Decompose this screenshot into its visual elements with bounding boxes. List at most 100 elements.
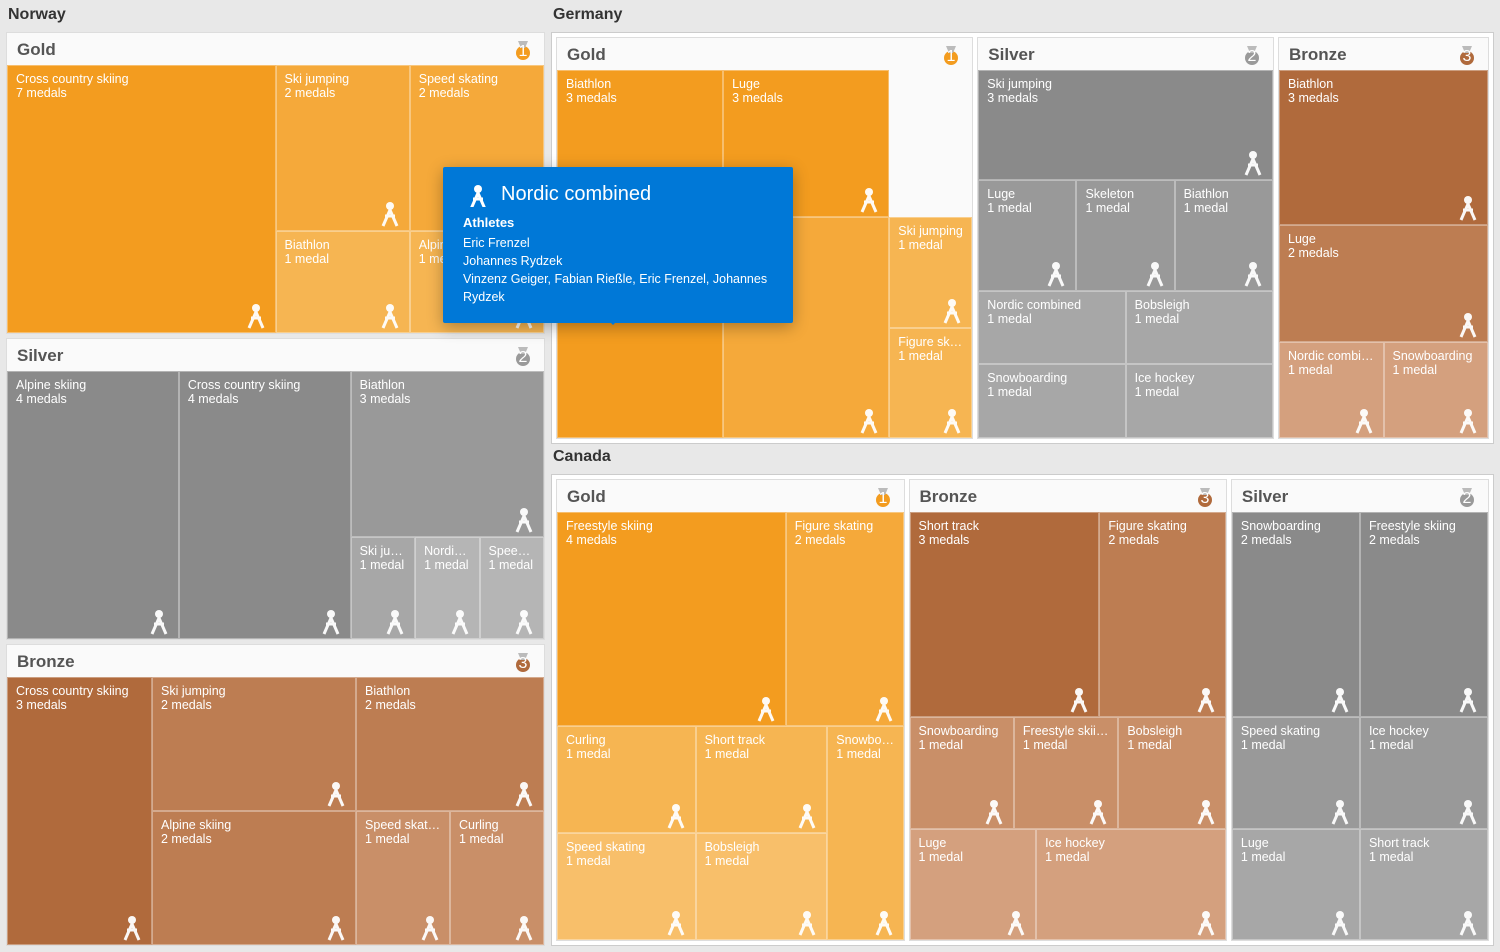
tile[interactable]: Ski jumping1 medal (889, 217, 972, 327)
tile[interactable]: Luge1 medal (1232, 829, 1360, 940)
luge-icon (1325, 907, 1355, 937)
tile[interactable]: Short track3 medals (910, 512, 1100, 717)
silver-medal-icon (1456, 486, 1478, 508)
tile[interactable]: Bobsleigh1 medal (1118, 717, 1226, 828)
tile[interactable]: Speed skating1 medal (480, 537, 544, 639)
tile[interactable]: Alpine skiing2 medals (152, 811, 356, 945)
snowboarding-icon (979, 796, 1009, 826)
biathlon-icon (509, 778, 539, 808)
tile[interactable]: Ice hockey1 medal (1036, 829, 1226, 940)
freestyle-skiing-icon (1083, 796, 1113, 826)
tile[interactable]: Speed skating1 medal (557, 833, 696, 940)
biathlon-icon (1453, 192, 1483, 222)
curling-icon (509, 912, 539, 942)
figure-skating-icon (869, 693, 899, 723)
cross-country-icon (316, 606, 346, 636)
medal-title: Gold (567, 45, 606, 65)
canada-silver[interactable]: Silver Snowboarding2 medals Freestyle sk… (1231, 479, 1489, 941)
tile[interactable]: Nordic combined1 medal (978, 291, 1125, 365)
norway-silver[interactable]: Silver Alpine skiing4 medals Cross count… (6, 338, 545, 640)
tile[interactable]: Speed skating1 medal (356, 811, 450, 945)
short-track-icon (1064, 684, 1094, 714)
tile[interactable]: Freestyle skiing1 medal (1014, 717, 1118, 828)
tile[interactable]: Luge1 medal (910, 829, 1037, 940)
tooltip-title: Nordic combined (501, 183, 651, 206)
tile[interactable]: Speed skating1 medal (1232, 717, 1360, 828)
nordic-combined-icon (445, 606, 475, 636)
cross-country-icon (117, 912, 147, 942)
country-title: Canada (551, 448, 1494, 466)
nordic-combined-icon (1349, 405, 1379, 435)
germany-silver[interactable]: Silver Ski jumping3 medals Luge1 medal S… (977, 37, 1274, 439)
canada-gold[interactable]: Gold Freestyle skiing4 medals Figure ska… (556, 479, 905, 941)
medal-title: Silver (17, 346, 63, 366)
tile[interactable]: Biathlon1 medal (1175, 180, 1273, 290)
ski-jumping-icon (1238, 147, 1268, 177)
tile[interactable]: Luge2 medals (1279, 225, 1488, 343)
luge-icon (1453, 309, 1483, 339)
tile[interactable]: Figure skating2 medals (786, 512, 904, 726)
tile[interactable]: Luge1 medal (978, 180, 1076, 290)
tile[interactable]: Cross country skiing4 medals (179, 371, 351, 639)
tile[interactable]: Biathlon3 medals (1279, 70, 1488, 225)
tooltip-line: Vinzenz Geiger, Fabian Rießle, Eric Fren… (463, 270, 773, 306)
tile[interactable]: Ice hockey1 medal (1360, 717, 1488, 828)
germany-bronze[interactable]: Bronze Biathlon3 medals Luge2 medals Nor… (1278, 37, 1489, 439)
tile[interactable]: Snowboarding1 medal (827, 726, 903, 940)
speed-skating-icon (661, 907, 691, 937)
luge-icon (1041, 258, 1071, 288)
norway-bronze[interactable]: Bronze Cross country skiing3 medals Ski … (6, 644, 545, 946)
tile[interactable]: Biathlon3 medals (351, 371, 544, 537)
tile[interactable]: Figure skating1 medal (889, 328, 972, 438)
tile[interactable]: Snowboarding1 medal (910, 717, 1014, 828)
medal-title: Bronze (1289, 45, 1347, 65)
freestyle-skiing-icon (751, 693, 781, 723)
speed-skating-icon (415, 912, 445, 942)
gold-medal-icon (872, 486, 894, 508)
biathlon-icon (509, 504, 539, 534)
tile[interactable]: Bobsleigh1 medal (1126, 291, 1273, 365)
cross-country-icon (241, 300, 271, 330)
tile[interactable]: Ski jumping3 medals (978, 70, 1273, 180)
gold-medal-icon (512, 39, 534, 61)
nordic-combined-icon (463, 181, 489, 207)
tile[interactable]: Alpine skiing4 medals (7, 371, 179, 639)
tile[interactable]: Bobsleigh1 medal (696, 833, 828, 940)
luge-icon (1001, 907, 1031, 937)
canada-bronze[interactable]: Bronze Short track3 medals Figure skatin… (909, 479, 1227, 941)
medal-title: Gold (17, 40, 56, 60)
tile[interactable]: Skeleton1 medal (1076, 180, 1174, 290)
freestyle-skiing-icon (1453, 684, 1483, 714)
tooltip-line: Johannes Rydzek (463, 252, 773, 270)
tile[interactable]: Curling1 medal (557, 726, 696, 833)
tile[interactable]: Freestyle skiing2 medals (1360, 512, 1488, 717)
tile[interactable]: Short track1 medal (696, 726, 828, 833)
tile[interactable]: Cross country skiing7 medals (7, 65, 276, 333)
tile[interactable]: Snowboarding1 medal (1384, 342, 1488, 438)
bobsleigh-icon (792, 907, 822, 937)
tile[interactable]: Ski jumping2 medals (276, 65, 410, 231)
tile[interactable]: Curling1 medal (450, 811, 544, 945)
tile[interactable]: Biathlon1 medal (276, 231, 410, 333)
country-canada: Gold Freestyle skiing4 medals Figure ska… (551, 474, 1494, 946)
medal-title: Bronze (17, 652, 75, 672)
tile[interactable]: Freestyle skiing4 medals (557, 512, 786, 726)
tile[interactable]: Snowboarding2 medals (1232, 512, 1360, 717)
tile[interactable]: Nordic Combined1 medal (415, 537, 479, 639)
tile[interactable]: Figure skating2 medals (1099, 512, 1226, 717)
tile[interactable]: Short track1 medal (1360, 829, 1488, 940)
tile[interactable]: Biathlon2 medals (356, 677, 544, 811)
tile[interactable]: Snowboarding1 medal (978, 364, 1125, 438)
tile[interactable]: Nordic combined1 medal (1279, 342, 1383, 438)
gold-medal-icon (940, 44, 962, 66)
figure-skating-icon (1191, 684, 1221, 714)
short-track-icon (792, 800, 822, 830)
skeleton-icon (1140, 258, 1170, 288)
alpine-skiing-icon (144, 606, 174, 636)
tile[interactable]: Ski jumping1 medal (351, 537, 415, 639)
tooltip-subheading: Athletes (463, 215, 773, 230)
tile[interactable]: Ski jumping2 medals (152, 677, 356, 811)
bronze-medal-icon (1194, 486, 1216, 508)
tile[interactable]: Ice hockey1 medal (1126, 364, 1273, 438)
tile[interactable]: Cross country skiing3 medals (7, 677, 152, 945)
